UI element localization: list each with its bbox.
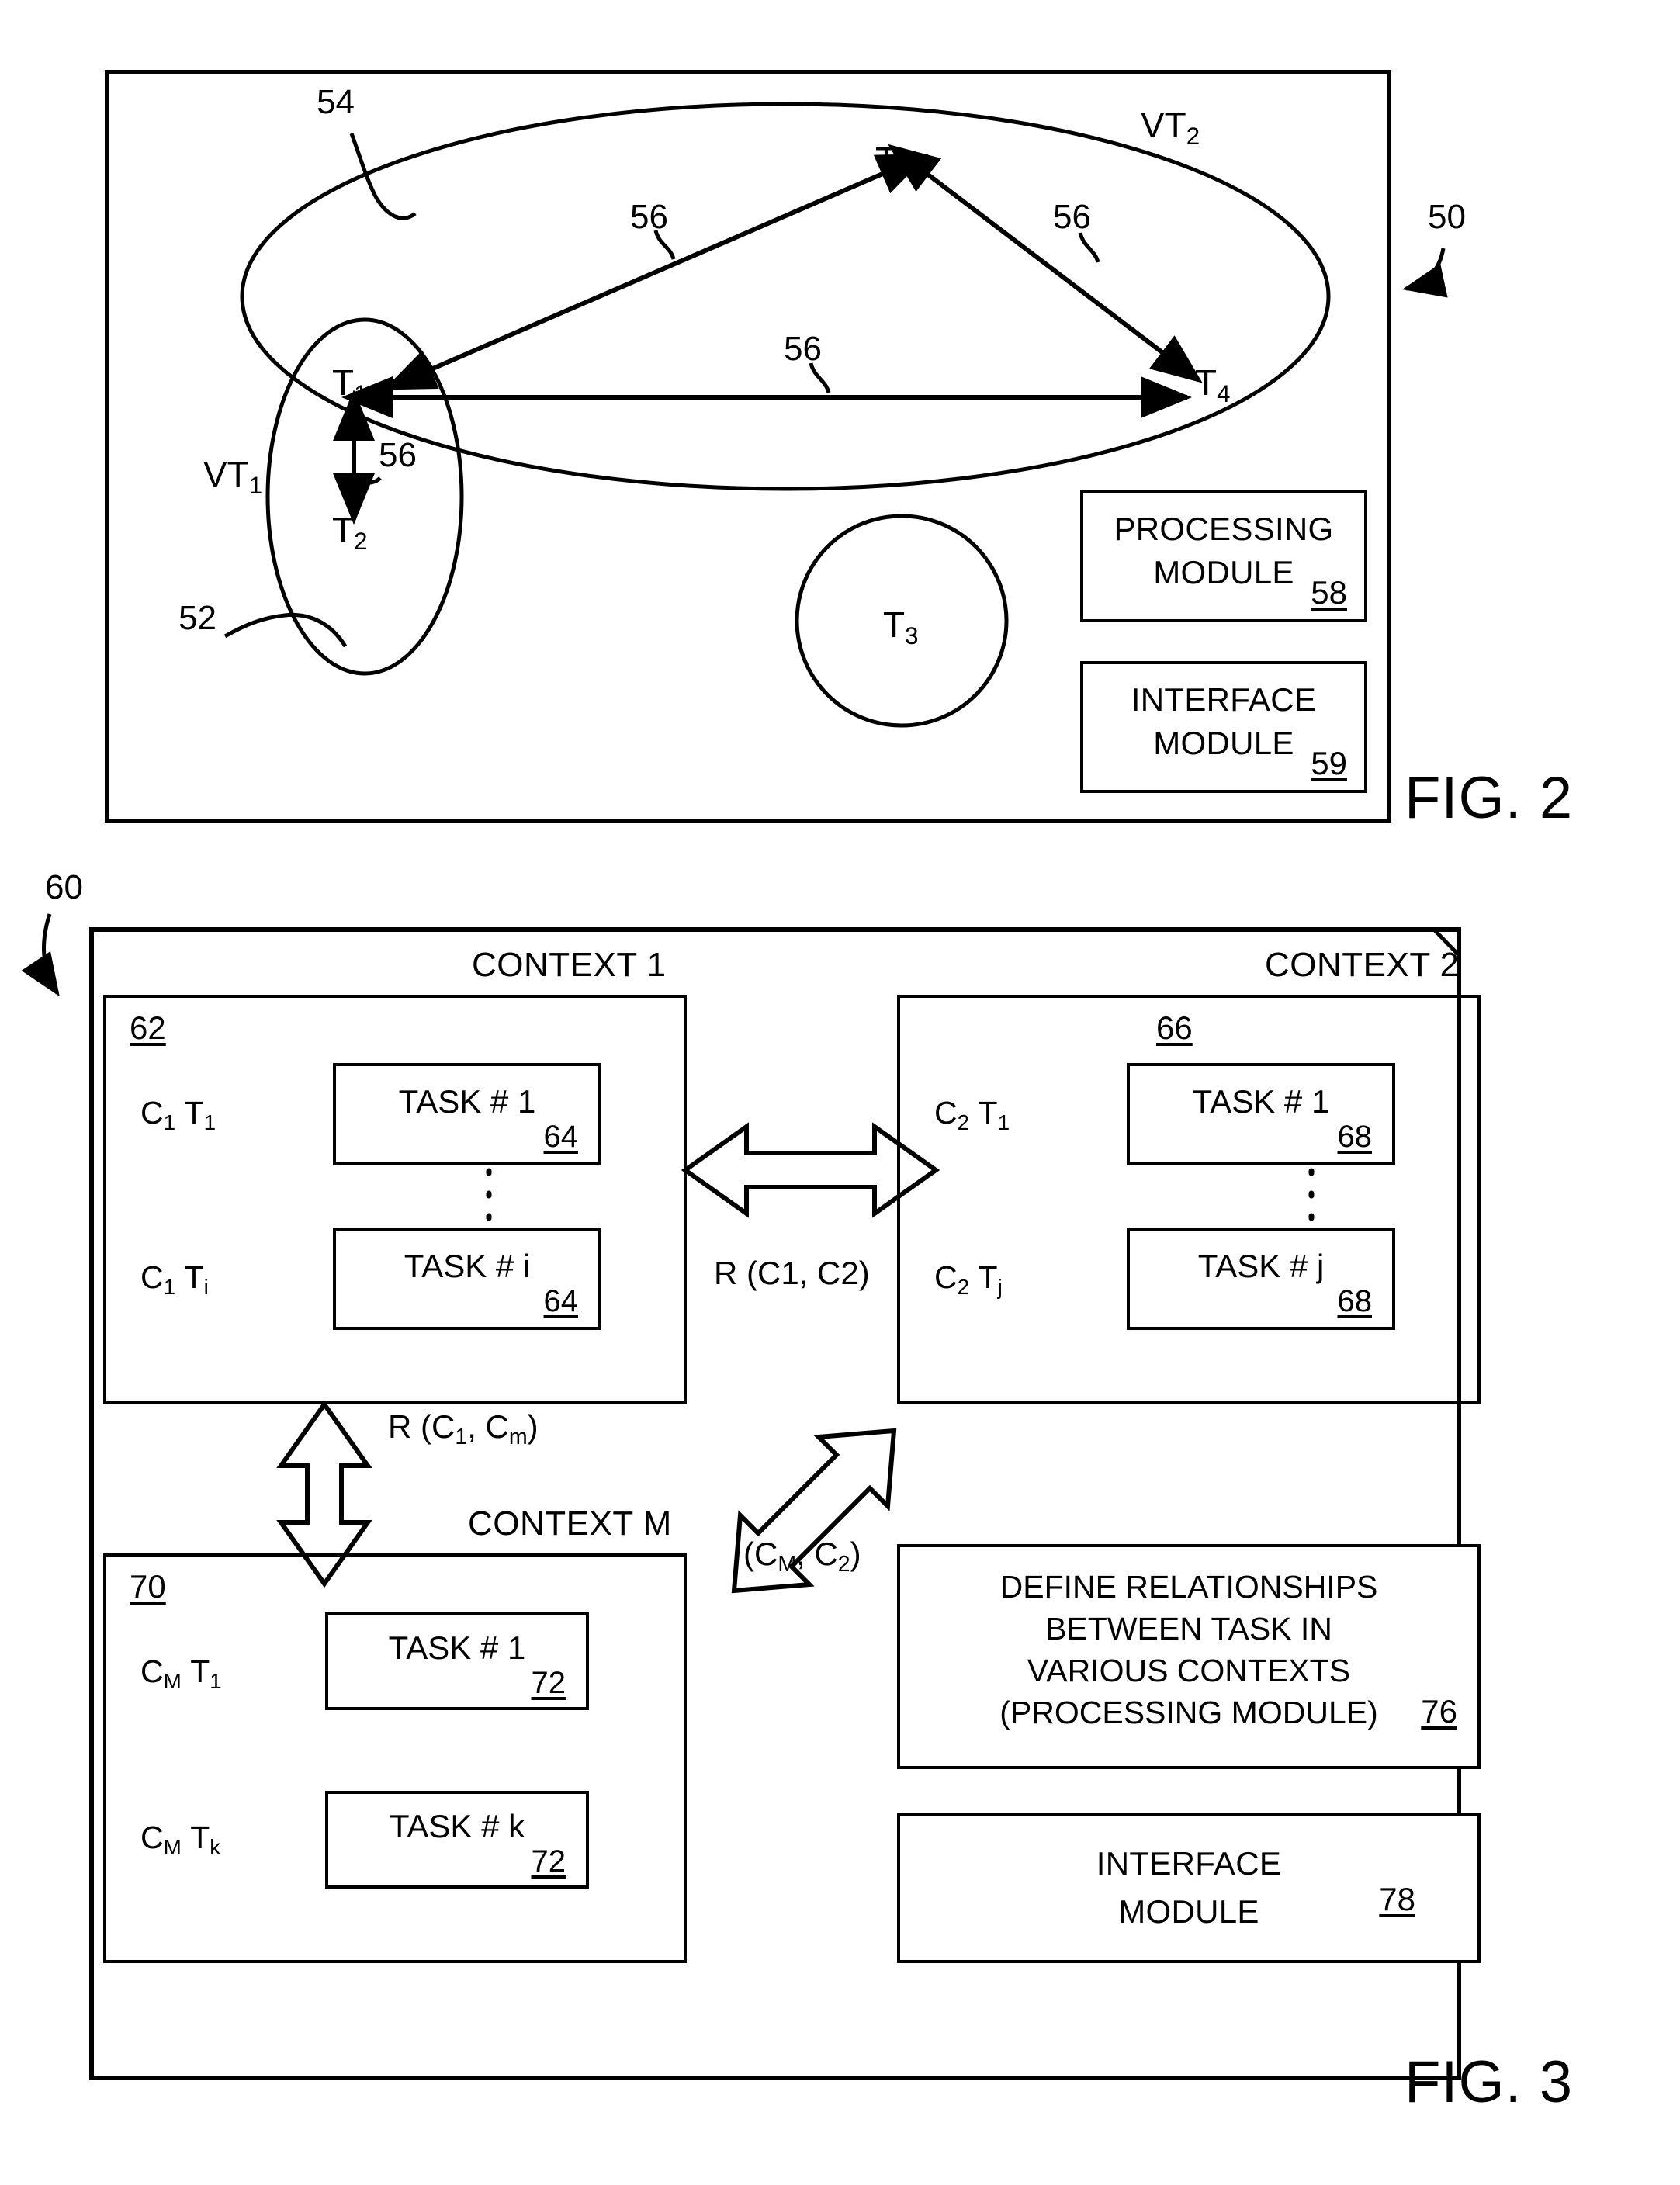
- define-relationships-box-76: DEFINE RELATIONSHIPS BETWEEN TASK IN VAR…: [897, 1544, 1481, 1769]
- ref-72-a: 72: [531, 1666, 566, 1700]
- define-relationships-text: DEFINE RELATIONSHIPS BETWEEN TASK IN VAR…: [900, 1566, 1477, 1733]
- leader-50: [1402, 248, 1448, 298]
- ref-56-b: 56: [1053, 198, 1091, 236]
- node-t3: T3: [883, 604, 919, 649]
- context-1-task-i-box: TASK # i 64: [333, 1228, 601, 1330]
- context-2-task-j-title: TASK # j: [1197, 1248, 1325, 1284]
- context-2-task-j-box: TASK # j 68: [1127, 1228, 1395, 1330]
- interface-module-box-78: INTERFACE MODULE 78: [897, 1813, 1481, 1963]
- relation-label-c1-cm: R (C1, Cm): [388, 1408, 539, 1449]
- context-m-task-1-title: TASK # 1: [388, 1629, 526, 1666]
- ref-56-c: 56: [784, 330, 822, 368]
- context-m-task-k-title: TASK # k: [389, 1808, 525, 1844]
- ref-66: 66: [1156, 1009, 1193, 1046]
- context-1-box: 62 C1 T1 TASK # 1 64 C1 Ti TASK # i 64: [103, 995, 687, 1404]
- context-2-title: CONTEXT 2: [1265, 946, 1460, 984]
- context-m-row-2-label: CM Tk: [140, 1820, 221, 1859]
- ref-56-a: 56: [630, 198, 668, 236]
- ellipse-vt2: [240, 102, 1331, 491]
- node-t2: T2: [332, 510, 368, 555]
- context-1-title: CONTEXT 1: [472, 946, 667, 984]
- ref-64-b: 64: [543, 1284, 579, 1318]
- processing-module-box-58: PROCESSING MODULE 58: [1080, 490, 1367, 622]
- node-t1: T1: [332, 362, 368, 407]
- node-t4: T4: [1195, 362, 1231, 407]
- leader-56-d: [354, 476, 382, 485]
- ref-68-b: 68: [1337, 1284, 1373, 1318]
- relation-label-c1-c2: R (C1, C2): [714, 1255, 870, 1291]
- patent-drawing-sheet: 54 52 50 VT2 VT1 TN T1 T2 T3 T4 56 56 56…: [0, 0, 1680, 2185]
- label-vt1: VT1: [203, 454, 263, 499]
- context-2-row-1-label: C2 T1: [934, 1095, 1010, 1134]
- context-1-row-2-label: C1 Ti: [140, 1259, 209, 1299]
- context-1-task-i-title: TASK # i: [404, 1248, 531, 1284]
- ref-76: 76: [1421, 1693, 1457, 1730]
- context-1-task-1-title: TASK # 1: [398, 1083, 536, 1120]
- context-m-box: 70 CM T1 TASK # 1 72 CM Tk TASK # k 72: [103, 1553, 687, 1963]
- leader-52: [223, 612, 348, 648]
- figure-2-caption: FIG. 2: [1405, 765, 1574, 831]
- context-2-row-2-label: C2 Tj: [934, 1259, 1003, 1299]
- relation-label-cm-c2: (CM, C2): [743, 1536, 861, 1577]
- ref-52: 52: [178, 599, 216, 637]
- label-vt2: VT2: [1141, 105, 1200, 150]
- context-1-row-1-label: C1 T1: [140, 1095, 216, 1134]
- context-1-task-1-box: TASK # 1 64: [333, 1063, 601, 1165]
- ref-60: 60: [45, 868, 83, 906]
- interface-module-78-line1: INTERFACE: [1096, 1845, 1282, 1882]
- ref-78: 78: [1379, 1881, 1415, 1917]
- context-2-task-1-title: TASK # 1: [1192, 1083, 1330, 1120]
- context-m-task-k-box: TASK # k 72: [325, 1791, 589, 1889]
- interface-module-box-59: INTERFACE MODULE 59: [1080, 661, 1367, 793]
- context-m-title: CONTEXT M: [468, 1505, 672, 1543]
- context-m-row-1-label: CM T1: [140, 1653, 222, 1693]
- leader-56-b: [1078, 232, 1100, 263]
- figure-3-caption: FIG. 3: [1405, 2049, 1574, 2115]
- define-relationships-line-1: DEFINE RELATIONSHIPS: [999, 1569, 1378, 1605]
- ref-58: 58: [1311, 574, 1347, 611]
- ref-70: 70: [130, 1568, 166, 1605]
- ref-54: 54: [317, 83, 355, 121]
- ref-64-a: 64: [543, 1120, 579, 1154]
- processing-module-line1: PROCESSING: [1114, 511, 1334, 547]
- context-2-task-1-box: TASK # 1 68: [1127, 1063, 1395, 1165]
- context-m-task-1-box: TASK # 1 72: [325, 1612, 589, 1710]
- leader-60: [21, 913, 60, 997]
- define-relationships-line-3: VARIOUS CONTEXTS: [1027, 1653, 1351, 1689]
- interface-module-line1: INTERFACE: [1131, 681, 1317, 718]
- ref-72-b: 72: [531, 1844, 566, 1879]
- define-relationships-line-4: (PROCESSING MODULE): [999, 1695, 1378, 1731]
- ref-59: 59: [1311, 745, 1347, 781]
- context-2-box: 66 C2 T1 TASK # 1 68 C2 Tj TASK # j 68: [897, 995, 1481, 1404]
- define-relationships-line-2: BETWEEN TASK IN: [1045, 1611, 1332, 1647]
- ref-56-d: 56: [379, 436, 417, 474]
- node-tn: TN: [875, 140, 915, 185]
- ref-50: 50: [1428, 198, 1466, 236]
- ref-62: 62: [130, 1009, 166, 1046]
- ref-68-a: 68: [1337, 1120, 1373, 1154]
